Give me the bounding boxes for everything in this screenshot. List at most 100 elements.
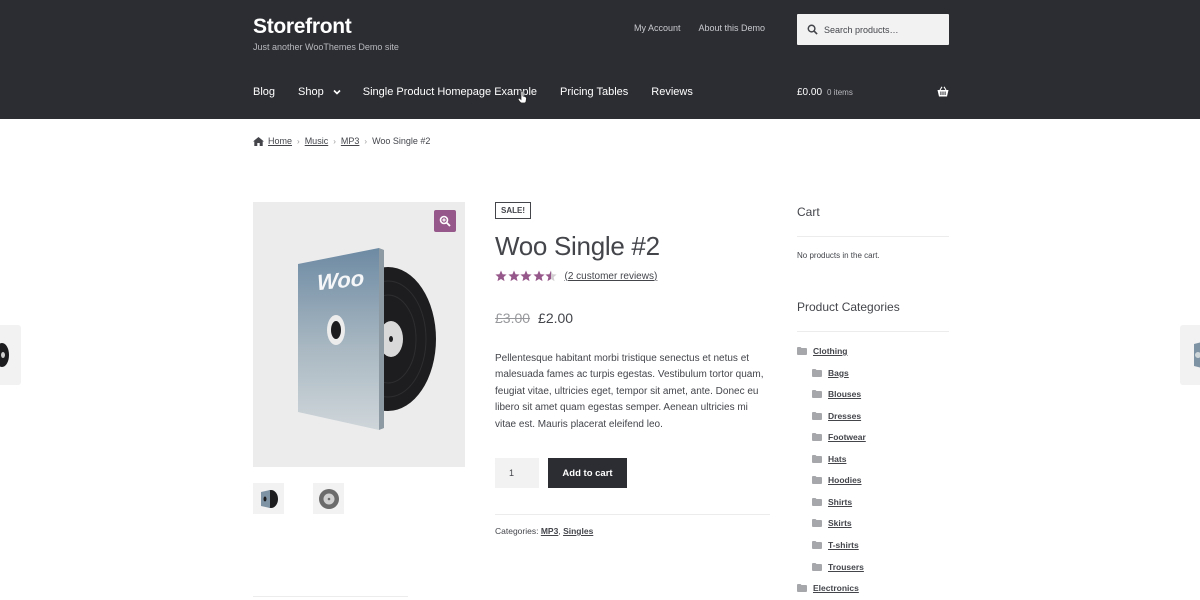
vinyl-record-image: Woo [298,248,436,430]
nav-blog[interactable]: Blog [253,86,275,98]
cart-total: £0.00 [797,87,823,98]
folder-icon [812,390,822,399]
nav-blog-label: Blog [253,86,276,98]
product-description: Pellentesque habitant morbi tristique se… [495,353,764,430]
category-label: Bags [828,367,849,378]
star-icon [495,270,507,282]
folder-icon [797,584,807,593]
reviews-link[interactable]: (2 customer reviews) [565,271,658,282]
category-item[interactable]: Hoodies [812,475,862,485]
breadcrumb-separator-icon: › [364,136,368,146]
breadcrumb-music[interactable]: Music [305,136,329,146]
nav-reviews-label: Reviews [651,86,693,98]
folder-icon [812,454,822,463]
product-rating: (2 customer reviews) [495,270,657,282]
breadcrumb-current: Woo Single #2 [372,136,431,146]
quantity-input[interactable] [495,458,539,488]
folder-icon [812,368,822,377]
category-item[interactable]: Clothing [797,346,847,356]
categories-label: Categories: [495,526,539,536]
chevron-down-icon[interactable] [333,88,341,96]
category-item[interactable]: Shirts [812,497,852,507]
categories-widget-title: Product Categories [797,300,900,314]
divider [495,514,770,515]
nav-shop[interactable]: Shop [298,86,341,98]
divider [797,236,949,237]
previous-product-button[interactable] [0,325,21,385]
nav-reviews[interactable]: Reviews [651,86,693,98]
hand-cursor-icon [518,91,527,103]
product-categories: Categories: MP3, Singles [495,526,594,536]
cart-empty-message: No products in the cart. [797,251,880,260]
star-icon [507,270,520,282]
category-label: Hats [828,453,847,464]
folder-icon [812,476,822,485]
cover-title: Woo [317,265,364,295]
star-icon [545,270,557,282]
divider [797,331,949,332]
site-description: Just another WooThemes Demo site [253,42,399,52]
search-icon [807,24,818,35]
folder-icon [812,411,822,420]
breadcrumb-separator-icon: › [333,136,336,146]
folder-icon [812,433,822,442]
search-input[interactable] [824,24,944,35]
folder-icon [812,562,822,571]
basket-icon [937,86,949,97]
category-link-mp3[interactable]: MP3 [541,526,558,536]
next-product-button[interactable] [1180,325,1200,385]
category-item[interactable]: Footwear [812,432,866,442]
category-item[interactable]: Skirts [812,518,852,528]
next-product-thumbnail [1194,342,1200,368]
nav-pricing-label: Pricing Tables [560,86,629,98]
header-cart[interactable]: £0.00 0 items [797,86,949,98]
category-item[interactable]: Blouses [812,389,861,399]
category-item[interactable]: Bags [812,368,849,378]
breadcrumb: Home › Music › MP3 › Woo Single #2 [253,136,430,146]
sale-price: £2.00 [538,310,574,326]
sale-badge: SALE! [495,202,531,219]
site-title[interactable]: Storefront [253,15,352,39]
secondary-navigation: My Account About this Demo [634,23,765,33]
category-label: Electronics [813,583,859,594]
product-title: Woo Single #2 [495,231,660,261]
folder-icon [797,347,807,355]
nav-shop-label: Shop [298,86,324,98]
product-price: £3.00 £2.00 [495,310,573,326]
add-to-cart-button[interactable]: Add to cart [548,458,627,488]
category-item[interactable]: T-shirts [812,540,859,550]
folder-icon [812,497,822,506]
primary-navigation: Blog Shop Single Product Homepage Exampl… [253,86,716,98]
category-label: Shirts [828,496,853,507]
product-thumbnail[interactable] [253,483,284,514]
vinyl-thumbnail-image [260,489,278,508]
nav-about-demo[interactable]: About this Demo [699,23,766,33]
category-link-singles[interactable]: Singles [563,526,593,536]
category-item[interactable]: Dresses [812,411,861,421]
nav-single-product-homepage[interactable]: Single Product Homepage Example [363,86,537,98]
product-main-image[interactable]: Woo [253,202,465,467]
old-price: £3.00 [495,310,531,326]
category-item[interactable]: Trousers [812,562,864,572]
category-label: Hoodies [828,475,862,486]
previous-product-thumbnail [0,343,9,367]
cart-widget-title: Cart [797,205,820,219]
category-label: Footwear [828,432,866,443]
cart-count: 0 items [827,88,853,97]
breadcrumb-home[interactable]: Home [268,136,292,146]
site-header: Storefront Just another WooThemes Demo s… [0,0,1200,119]
nav-pricing-tables[interactable]: Pricing Tables [560,86,628,98]
category-item[interactable]: Hats [812,454,846,464]
breadcrumb-mp3[interactable]: MP3 [341,136,360,146]
category-label: Skirts [828,518,852,529]
zoom-button[interactable] [434,210,456,232]
star-icon [520,270,532,282]
home-icon [253,136,264,146]
nav-single-product-label: Single Product Homepage Example [362,86,537,98]
category-item[interactable]: Electronics [797,583,859,593]
search-box [797,14,949,45]
star-rating [495,270,558,282]
product-thumbnail[interactable] [313,483,344,514]
category-label: Clothing [813,346,848,356]
nav-my-account[interactable]: My Account [634,23,681,33]
